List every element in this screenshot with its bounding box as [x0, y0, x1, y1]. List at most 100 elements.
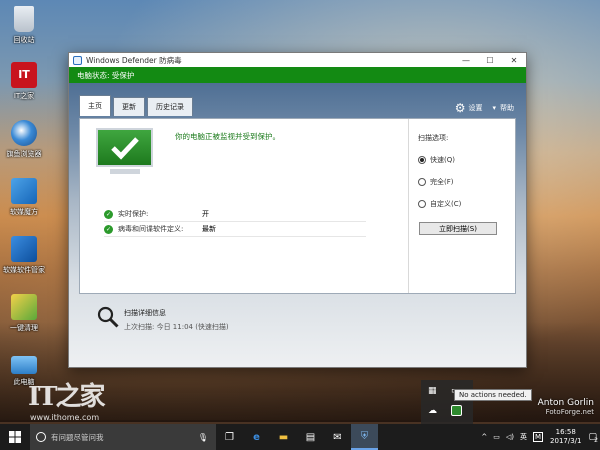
notification-count: 2 [594, 437, 598, 444]
tab-label: 更新 [122, 103, 136, 111]
radio-quick-scan[interactable]: 快速(Q) [418, 155, 461, 165]
panel-divider [408, 119, 409, 293]
taskbar-search[interactable]: 有问题尽管问我 🎙 [30, 424, 216, 450]
settings-link[interactable]: 设置 [468, 103, 482, 113]
minimize-button[interactable]: — [454, 56, 478, 65]
action-center-icon[interactable]: ▢ 2 [588, 432, 598, 444]
check-circle-icon: ✓ [104, 224, 113, 234]
radio-label: 完全(F) [430, 178, 454, 186]
desktop-icon-ithome[interactable]: IT IT之家 [2, 62, 46, 101]
task-view-icon[interactable]: ❐ [216, 424, 243, 450]
scan-options-title: 扫描选项: [418, 134, 449, 142]
start-button[interactable] [0, 424, 30, 450]
radio-selected-icon [418, 156, 426, 164]
desktop-icon-browser[interactable]: 旗鱼浏览器 [2, 120, 46, 159]
watermark-url: www.ithome.com [30, 413, 100, 422]
desktop-icon-label: 回收站 [13, 36, 35, 44]
ime-mode-icon[interactable]: M [532, 432, 544, 442]
magnifier-icon [97, 306, 119, 328]
volume-icon[interactable]: ◁) [506, 433, 514, 441]
radio-label: 自定义(C) [430, 200, 462, 208]
photo-credit: Anton Gorlin FotoForge.net [538, 398, 594, 416]
home-panel: 你的电脑正被监视并受到保护。 ✓ 实时保护: 开 ✓ 病毒和间谍软件定义: 最新… [79, 118, 516, 294]
defender-window: Windows Defender 防病毒 — ☐ ✕ 电脑状态: 受保护 主页 … [68, 52, 527, 368]
network-icon[interactable]: ▭ [493, 433, 500, 441]
status-row-name: 实时保护: [118, 210, 149, 218]
tab-label: 历史记录 [156, 103, 184, 111]
windows-logo-icon [9, 431, 21, 443]
status-row-value: 开 [202, 210, 209, 218]
browser-icon [11, 120, 37, 146]
radio-full-scan[interactable]: 完全(F) [418, 177, 461, 187]
ime-indicator[interactable]: 英 [520, 432, 527, 442]
defender-app-icon [73, 55, 82, 65]
recycle-bin-icon [14, 6, 34, 32]
photo-site: FotoForge.net [545, 408, 594, 416]
desktop-icon-label: IT之家 [13, 92, 35, 100]
taskbar: 有问题尽管问我 🎙 ❐ e ▬ ▤ ✉ ⛨ ^ ▭ ◁) 英 M 16:58 2… [0, 424, 600, 450]
status-row-definitions: ✓ 病毒和间谍软件定义: 最新 [104, 222, 366, 237]
grid-icon[interactable]: ▦ [428, 386, 437, 396]
protection-headline: 你的电脑正被监视并受到保护。 [175, 132, 280, 141]
radio-label: 快速(Q) [430, 156, 455, 164]
tab-label: 主页 [88, 102, 102, 110]
desktop-icon-cube[interactable]: 软媒魔方 [2, 178, 46, 217]
scan-now-button[interactable]: 立即扫描(S) [419, 222, 497, 235]
close-button[interactable]: ✕ [502, 56, 526, 65]
checkmark-icon [110, 136, 139, 160]
tab-bar: 主页 更新 历史记录 [79, 95, 195, 116]
clock-time: 16:58 [555, 428, 576, 436]
desktop-icon-label: 软媒软件管家 [3, 266, 45, 274]
desktop-icon-cleanup[interactable]: 一键清理 [2, 294, 46, 333]
chevron-down-icon: ▾ [492, 104, 496, 112]
clock-date: 2017/3/1 [550, 437, 582, 445]
tab-home[interactable]: 主页 [79, 95, 111, 116]
pc-status-text: 电脑状态: 受保护 [77, 70, 135, 80]
tab-history[interactable]: 历史记录 [147, 97, 193, 116]
status-row-realtime: ✓ 实时保护: 开 [104, 207, 366, 222]
maximize-button[interactable]: ☐ [478, 56, 502, 65]
cube-icon [11, 178, 37, 204]
status-bar: 电脑状态: 受保护 [69, 67, 526, 83]
status-row-value: 最新 [202, 225, 216, 233]
watermark-logo: IT之家 [28, 382, 106, 412]
tab-update[interactable]: 更新 [113, 97, 145, 116]
desktop-icon-label: 一键清理 [10, 324, 38, 332]
edge-icon[interactable]: e [243, 424, 270, 450]
tray-tooltip: No actions needed. [454, 389, 532, 401]
radio-empty-icon [418, 200, 426, 208]
help-link[interactable]: 帮助 [500, 103, 514, 113]
scan-options: 扫描选项: 快速(Q) 完全(F) 自定义(C) [418, 133, 461, 209]
defender-shield-icon[interactable] [451, 405, 462, 416]
desktop-icon-label: 旗鱼浏览器 [6, 150, 42, 158]
desktop-icon-software-manager[interactable]: 软媒软件管家 [2, 236, 46, 275]
check-circle-icon: ✓ [104, 209, 113, 219]
search-placeholder: 有问题尽管问我 [51, 432, 104, 442]
protected-monitor-icon [96, 128, 153, 176]
title-bar[interactable]: Windows Defender 防病毒 — ☐ ✕ [69, 53, 526, 67]
chevron-up-icon[interactable]: ^ [481, 433, 487, 441]
computer-icon [11, 356, 37, 374]
clock[interactable]: 16:58 2017/3/1 [550, 428, 581, 446]
desktop-icon-label: 软媒魔方 [10, 208, 38, 216]
window-body: 主页 更新 历史记录 ⚙ 设置 ▾ 帮助 你的电脑正被监视并受到保护。 ✓ 实时… [69, 83, 526, 367]
microphone-icon[interactable]: 🎙 [198, 433, 208, 442]
system-tray: ^ ▭ ◁) 英 M 16:58 2017/3/1 ▢ 2 [478, 428, 600, 446]
defender-taskbar-icon[interactable]: ⛨ [351, 424, 378, 450]
watermark: IT之家 www.ithome.com [28, 376, 106, 422]
cloud-icon[interactable]: ☁ [428, 406, 437, 416]
gear-icon: ⚙ [454, 101, 466, 115]
photo-author: Anton Gorlin [537, 398, 594, 408]
last-scan-text: 上次扫描: 今日 11:04 (快速扫描) [124, 323, 229, 331]
cortana-icon [36, 432, 46, 442]
status-list: ✓ 实时保护: 开 ✓ 病毒和间谍软件定义: 最新 [104, 207, 366, 237]
header-links: ⚙ 设置 ▾ 帮助 [455, 101, 514, 115]
file-explorer-icon[interactable]: ▬ [270, 424, 297, 450]
store-icon[interactable]: ▤ [297, 424, 324, 450]
tray-overflow-panel: ▦ ▭ ☁ [421, 380, 473, 424]
desktop-icon-recycle-bin[interactable]: 回收站 [2, 6, 46, 45]
software-manager-icon [11, 236, 37, 262]
radio-custom-scan[interactable]: 自定义(C) [418, 199, 461, 209]
mail-icon[interactable]: ✉ [324, 424, 351, 450]
ithome-icon: IT [11, 62, 37, 88]
